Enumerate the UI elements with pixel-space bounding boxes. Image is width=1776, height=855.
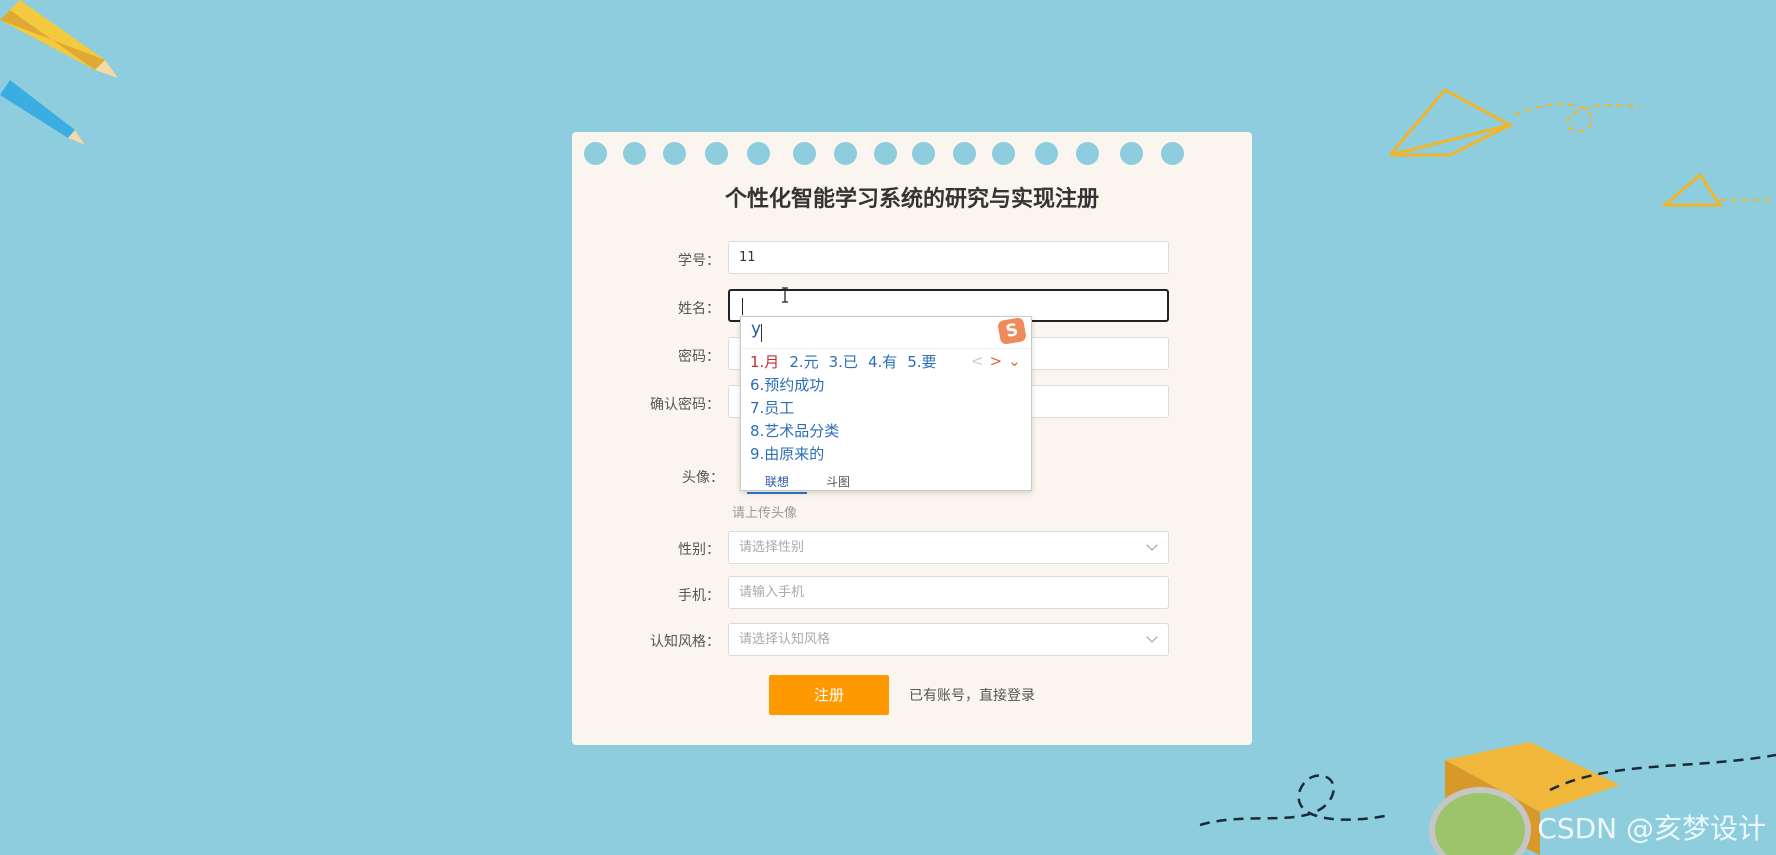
chevron-down-icon <box>1146 631 1158 643</box>
hole <box>912 142 935 165</box>
hole <box>1035 142 1058 165</box>
name-label: 姓名： <box>678 301 720 317</box>
hole <box>1076 142 1099 165</box>
text-caret <box>742 298 743 315</box>
watermark: CSDN @亥梦设计 <box>1537 812 1766 845</box>
ime-tabs: 联想 斗图 <box>741 473 1031 494</box>
ime-candidate[interactable]: 1.月 <box>750 353 779 371</box>
pencil-decoration <box>0 0 118 145</box>
notebook-holes <box>572 142 1252 166</box>
hole <box>1120 142 1143 165</box>
ime-candidate[interactable]: 5.要 <box>907 353 936 371</box>
register-button[interactable]: 注册 <box>769 675 889 715</box>
hole <box>705 142 728 165</box>
cognitive-style-select[interactable]: 请选择认知风格 <box>728 623 1169 656</box>
hole <box>663 142 686 165</box>
hole <box>584 142 607 165</box>
hole <box>747 142 770 165</box>
ime-candidate[interactable]: 7.员工 <box>750 397 794 418</box>
chevron-down-icon[interactable]: ⌄ <box>1008 352 1021 370</box>
chevron-left-icon[interactable]: < <box>971 352 984 370</box>
confirm-password-label: 确认密码： <box>650 397 720 413</box>
ime-divider <box>741 348 1031 349</box>
chevron-down-icon <box>1146 539 1158 551</box>
ime-candidate[interactable]: 6.预约成功 <box>750 374 824 395</box>
text-cursor-icon <box>782 287 788 303</box>
chevron-right-icon[interactable]: > <box>990 352 1003 370</box>
ime-tab-association[interactable]: 联想 <box>747 473 808 494</box>
ime-candidate[interactable]: 2.元 <box>789 353 818 371</box>
hole <box>992 142 1015 165</box>
phone-placeholder: 请输入手机 <box>739 585 805 600</box>
hole <box>834 142 857 165</box>
ime-candidate[interactable]: 9.由原来的 <box>750 443 824 464</box>
password-label: 密码： <box>678 349 720 365</box>
hole <box>953 142 976 165</box>
student-id-label: 学号： <box>678 253 720 269</box>
student-id-input[interactable]: 11 <box>728 241 1169 274</box>
ime-pinyin-input: y <box>751 319 762 339</box>
phone-input[interactable]: 请输入手机 <box>728 576 1169 609</box>
hole <box>1161 142 1184 165</box>
cognitive-style-label: 认知风格： <box>650 634 720 650</box>
ime-candidate-row: 1.月 2.元 3.已 4.有 5.要 <box>750 351 947 372</box>
ime-caret <box>761 324 762 342</box>
avatar-hint: 请上传头像 <box>732 506 798 521</box>
ime-page-nav: < > ⌄ <box>971 352 1027 370</box>
ime-candidate-popup: y S 1.月 2.元 3.已 4.有 5.要 < > ⌄ 6.预约成功 7.员工 8.艺术… <box>740 316 1032 494</box>
phone-label: 手机： <box>678 588 720 604</box>
paper-plane-decoration <box>1390 88 1770 207</box>
gender-placeholder: 请选择性别 <box>739 540 805 555</box>
ime-candidate[interactable]: 3.已 <box>829 353 858 371</box>
hole <box>793 142 816 165</box>
gender-label: 性别： <box>678 542 720 558</box>
sogou-logo-icon: S <box>997 316 1027 346</box>
login-link[interactable]: 已有账号，直接登录 <box>909 685 1035 705</box>
ime-candidate[interactable]: 8.艺术品分类 <box>750 420 839 441</box>
page-title: 个性化智能学习系统的研究与实现注册 <box>724 187 1099 212</box>
hole <box>874 142 897 165</box>
ime-candidate[interactable]: 4.有 <box>868 353 897 371</box>
student-id-value: 11 <box>739 250 756 265</box>
avatar-label: 头像： <box>682 470 724 486</box>
hole <box>623 142 646 165</box>
gender-select[interactable]: 请选择性别 <box>728 531 1169 564</box>
ime-tab-meme[interactable]: 斗图 <box>826 473 850 490</box>
cognitive-style-placeholder: 请选择认知风格 <box>739 632 831 647</box>
